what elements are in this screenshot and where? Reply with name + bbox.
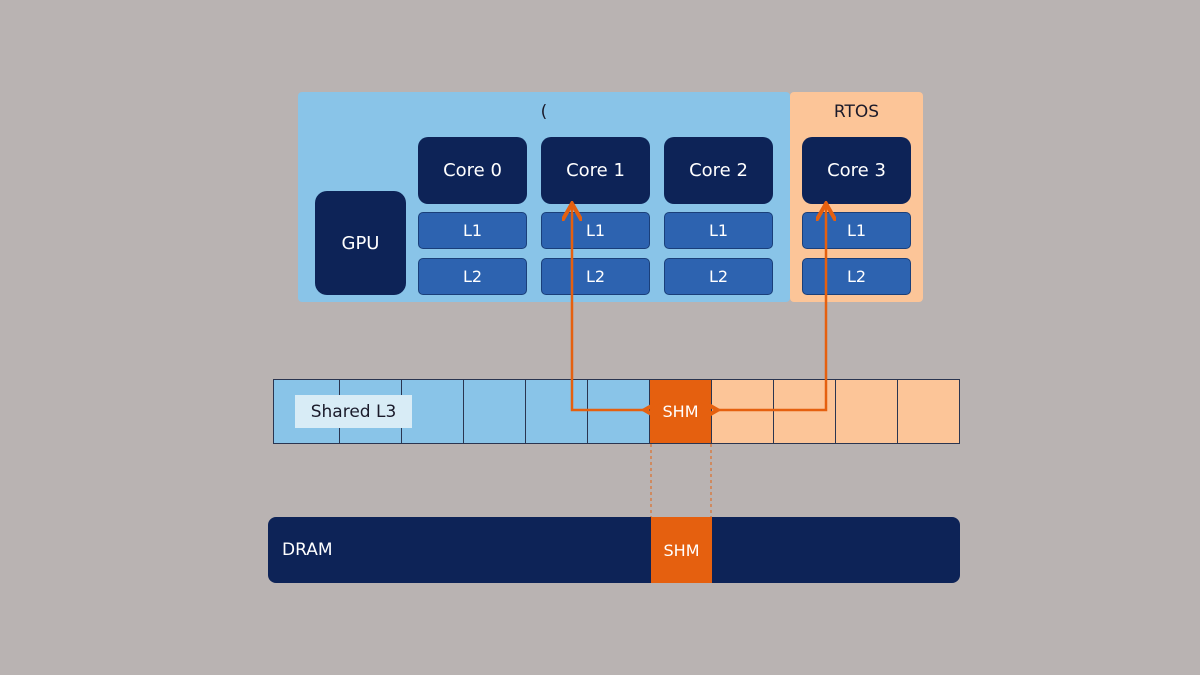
core3-shm-arrow [715, 206, 826, 410]
core1-shm-arrow [572, 206, 647, 410]
arrows-overlay [0, 0, 1200, 517]
